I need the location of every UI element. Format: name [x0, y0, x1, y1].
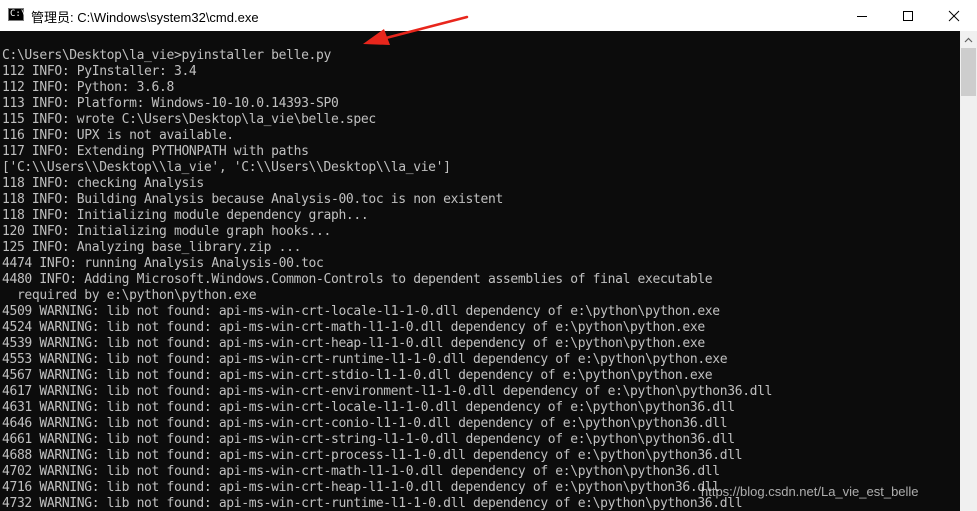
chevron-up-icon — [964, 37, 973, 42]
console-line: 4524 WARNING: lib not found: api-ms-win-… — [2, 320, 705, 335]
console-line: 118 INFO: Building Analysis because Anal… — [2, 192, 503, 207]
scrollbar-thumb[interactable] — [961, 48, 976, 96]
console-line: 125 INFO: Analyzing base_library.zip ... — [2, 240, 302, 255]
window-title: 管理员: C:\Windows\system32\cmd.exe — [31, 10, 259, 25]
console-line: 4567 WARNING: lib not found: api-ms-win-… — [2, 368, 713, 383]
maximize-icon — [903, 10, 913, 21]
console-line: 4646 WARNING: lib not found: api-ms-win-… — [2, 416, 728, 431]
console-line: 4480 INFO: Adding Microsoft.Windows.Comm… — [2, 272, 713, 287]
scroll-up-button[interactable] — [960, 31, 977, 48]
console-line: 4732 WARNING: lib not found: api-ms-win-… — [2, 496, 743, 511]
title-bar[interactable]: C:\ 管理员: C:\Windows\system32\cmd.exe — [0, 0, 977, 31]
console-line: 4661 WARNING: lib not found: api-ms-win-… — [2, 432, 735, 447]
console-output[interactable]: C:\Users\Desktop\la_vie>pyinstaller bell… — [0, 31, 960, 511]
console-line: 118 INFO: Initializing module dependency… — [2, 208, 369, 223]
minimize-icon — [857, 15, 867, 17]
maximize-button[interactable] — [885, 0, 931, 31]
vertical-scrollbar[interactable] — [960, 31, 977, 511]
close-button[interactable] — [931, 0, 977, 31]
console-line: 4553 WARNING: lib not found: api-ms-win-… — [2, 352, 728, 367]
close-icon — [948, 10, 960, 21]
console-line: 112 INFO: PyInstaller: 3.4 — [2, 64, 197, 79]
console-line: required by e:\python\python.exe — [2, 288, 257, 303]
console-line: 112 INFO: Python: 3.6.8 — [2, 80, 174, 95]
console-line: 4617 WARNING: lib not found: api-ms-win-… — [2, 384, 773, 399]
console-line: 4474 INFO: running Analysis Analysis-00.… — [2, 256, 324, 271]
console-line: 4631 WARNING: lib not found: api-ms-win-… — [2, 400, 735, 415]
command-prompt-icon[interactable]: C:\ — [8, 8, 26, 21]
console-line: 120 INFO: Initializing module graph hook… — [2, 224, 331, 239]
console-line: 118 INFO: checking Analysis — [2, 176, 204, 191]
minimize-button[interactable] — [839, 0, 885, 31]
console-line: 4509 WARNING: lib not found: api-ms-win-… — [2, 304, 720, 319]
console-line: 4702 WARNING: lib not found: api-ms-win-… — [2, 464, 720, 479]
console-line: 116 INFO: UPX is not available. — [2, 128, 234, 143]
console-line: 113 INFO: Platform: Windows-10-10.0.1439… — [2, 96, 339, 111]
console-line: 117 INFO: Extending PYTHONPATH with path… — [2, 144, 309, 159]
console-line: 4688 WARNING: lib not found: api-ms-win-… — [2, 448, 743, 463]
console-line: 115 INFO: wrote C:\Users\Desktop\la_vie\… — [2, 112, 376, 127]
watermark: https://blog.csdn.net/La_vie_est_belle — [701, 484, 919, 499]
console-line: 4539 WARNING: lib not found: api-ms-win-… — [2, 336, 705, 351]
console-line: 4716 WARNING: lib not found: api-ms-win-… — [2, 480, 720, 495]
cmd-window: C:\ 管理员: C:\Windows\system32\cmd.exe C:\… — [0, 0, 977, 511]
console-line: C:\Users\Desktop\la_vie>pyinstaller bell… — [2, 48, 331, 63]
console-line: ['C:\\Users\\Desktop\\la_vie', 'C:\\User… — [2, 160, 451, 175]
red-arrow-icon — [363, 15, 469, 45]
console-lines: C:\Users\Desktop\la_vie>pyinstaller bell… — [2, 48, 772, 511]
